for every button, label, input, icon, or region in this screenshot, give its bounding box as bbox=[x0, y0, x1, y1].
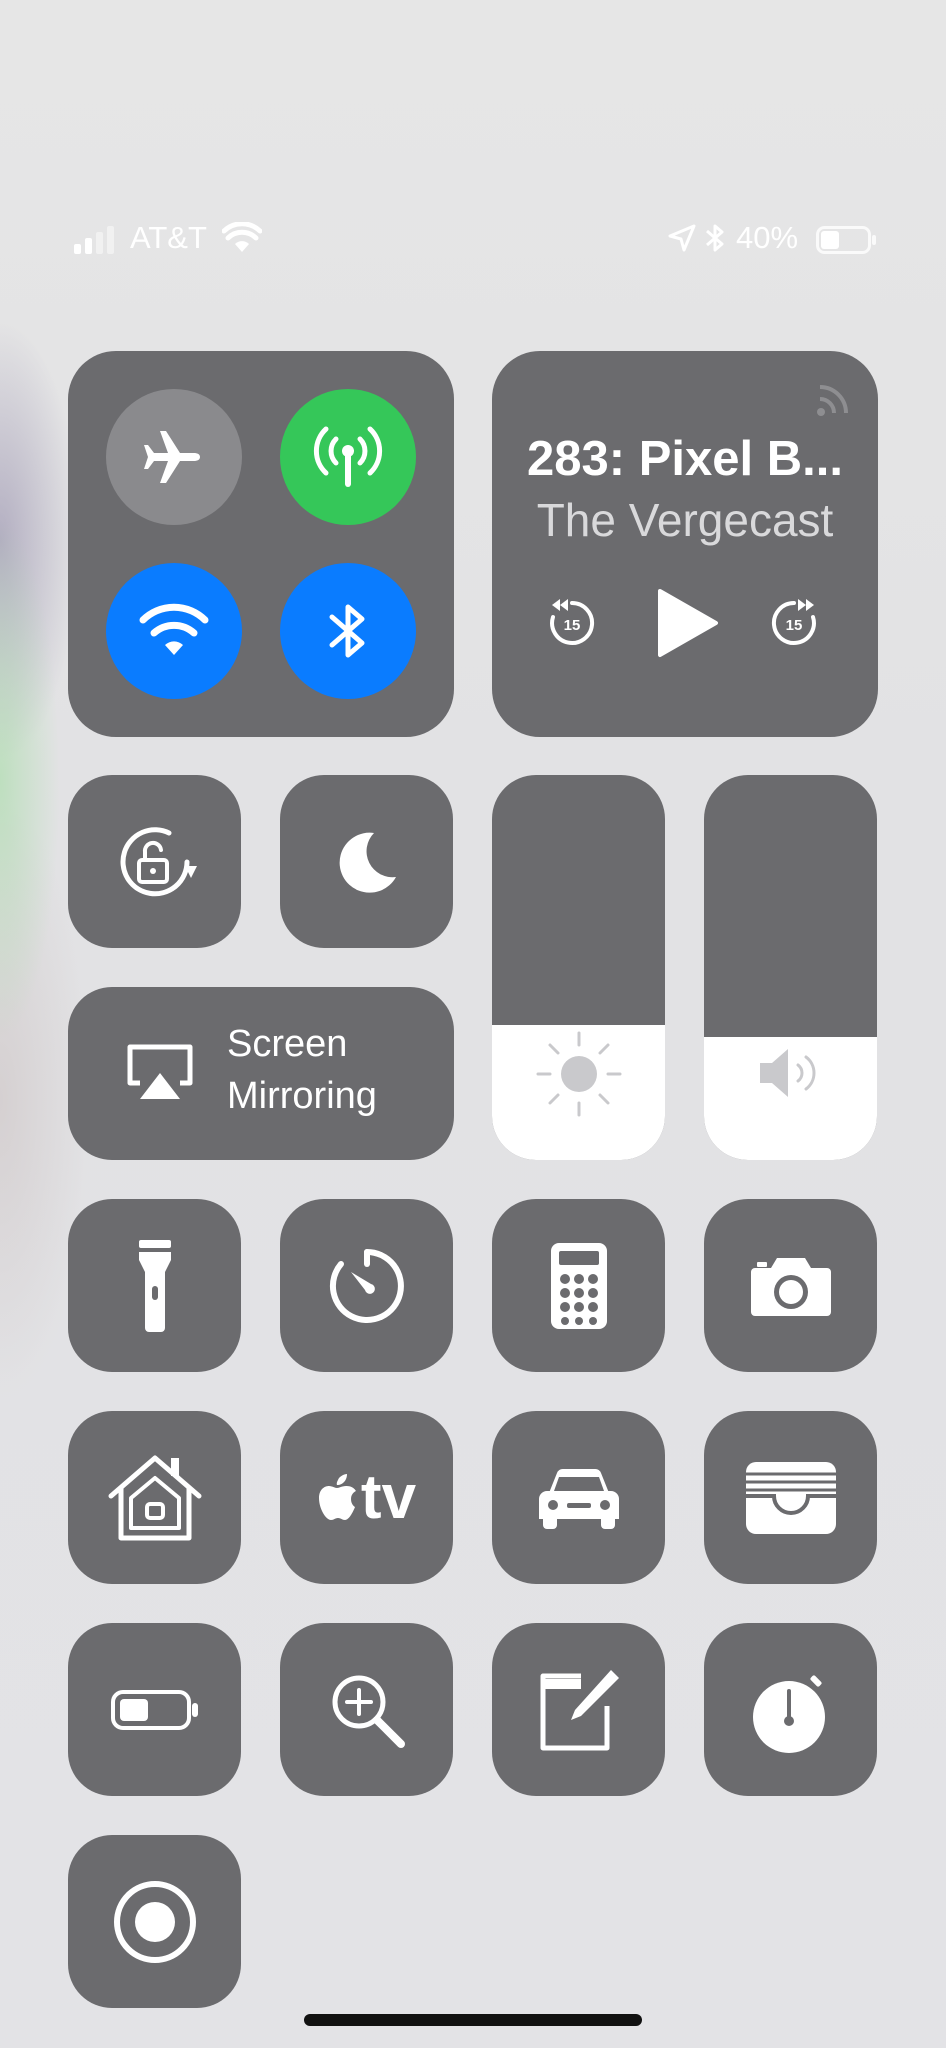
home-indicator[interactable] bbox=[304, 2014, 642, 2026]
airplane-icon bbox=[144, 431, 200, 483]
connectivity-module bbox=[68, 351, 454, 737]
wifi-icon bbox=[139, 603, 209, 655]
bluetooth-toggle[interactable] bbox=[280, 563, 416, 699]
bluetooth-status-icon bbox=[704, 222, 726, 254]
wallet-button[interactable] bbox=[704, 1411, 877, 1584]
home-icon bbox=[108, 1455, 201, 1540]
brightness-slider[interactable] bbox=[492, 775, 665, 1160]
stopwatch-icon bbox=[752, 1674, 825, 1753]
now-playing-subtitle: The Vergecast bbox=[536, 494, 834, 546]
airplay-audio-icon[interactable] bbox=[816, 379, 854, 417]
calculator-button[interactable] bbox=[492, 1199, 665, 1372]
wallet-icon bbox=[745, 1461, 836, 1534]
flashlight-button[interactable] bbox=[68, 1199, 241, 1372]
camera-button[interactable] bbox=[704, 1199, 877, 1372]
bluetooth-icon bbox=[329, 604, 365, 658]
calculator-icon bbox=[550, 1242, 607, 1329]
magnifier-button[interactable] bbox=[280, 1623, 453, 1796]
skip-back-seconds: 15 bbox=[564, 617, 581, 634]
timer-button[interactable] bbox=[280, 1199, 453, 1372]
rotation-lock-toggle[interactable] bbox=[68, 775, 241, 948]
screen-mirroring-label-line2: Mirroring bbox=[227, 1075, 377, 1117]
wifi-toggle[interactable] bbox=[106, 563, 242, 699]
moon-icon bbox=[339, 832, 396, 893]
play-icon bbox=[658, 589, 718, 657]
antenna-icon bbox=[313, 426, 383, 487]
play-button[interactable] bbox=[649, 583, 725, 663]
skip-forward-15-icon: 15 bbox=[771, 599, 816, 645]
do-not-disturb-toggle[interactable] bbox=[280, 775, 453, 948]
screen-mirroring-label-line1: Screen bbox=[227, 1023, 348, 1065]
speaker-icon bbox=[756, 1045, 826, 1101]
rotation-lock-icon bbox=[120, 826, 197, 896]
notes-icon bbox=[540, 1669, 619, 1750]
apple-logo-icon bbox=[318, 1473, 356, 1520]
airplay-icon bbox=[126, 1043, 194, 1103]
flashlight-icon bbox=[138, 1239, 171, 1332]
skip-back-15-icon: 15 bbox=[550, 599, 595, 645]
home-button[interactable] bbox=[68, 1411, 241, 1584]
skip-forward-seconds: 15 bbox=[786, 617, 803, 634]
car-icon bbox=[538, 1468, 619, 1529]
low-power-mode-button[interactable] bbox=[68, 1623, 241, 1796]
volume-slider[interactable] bbox=[704, 775, 877, 1160]
stopwatch-button[interactable] bbox=[704, 1623, 877, 1796]
status-bar: AT&T 40% bbox=[0, 210, 946, 270]
wifi-status-icon bbox=[222, 222, 262, 254]
apple-tv-icon: tv bbox=[317, 1462, 417, 1532]
cellular-data-toggle[interactable] bbox=[280, 389, 416, 525]
now-playing-module: 283: Pixel B... The Vergecast 15 15 bbox=[492, 351, 878, 737]
skip-back-button[interactable]: 15 bbox=[540, 591, 604, 655]
sun-icon bbox=[534, 1029, 624, 1119]
screen-record-button[interactable] bbox=[68, 1835, 241, 2008]
car-button[interactable] bbox=[492, 1411, 665, 1584]
low-power-icon bbox=[110, 1689, 198, 1730]
battery-icon bbox=[816, 226, 878, 254]
skip-forward-button[interactable]: 15 bbox=[762, 591, 826, 655]
camera-icon bbox=[750, 1257, 831, 1316]
battery-percent: 40% bbox=[736, 220, 799, 255]
notes-button[interactable] bbox=[492, 1623, 665, 1796]
cellular-signal-icon bbox=[74, 226, 118, 254]
airplane-mode-toggle[interactable] bbox=[106, 389, 242, 525]
carrier-label: AT&T bbox=[130, 220, 207, 255]
apple-tv-label: tv bbox=[360, 1462, 417, 1532]
magnifier-icon bbox=[332, 1675, 405, 1748]
screen-mirroring-button[interactable]: Screen Mirroring bbox=[68, 987, 454, 1160]
now-playing-title: 283: Pixel B... bbox=[527, 432, 843, 486]
screen-record-icon bbox=[113, 1880, 196, 1963]
apple-tv-remote-button[interactable]: tv bbox=[280, 1411, 453, 1584]
location-arrow-icon bbox=[668, 224, 696, 252]
timer-icon bbox=[329, 1248, 404, 1323]
